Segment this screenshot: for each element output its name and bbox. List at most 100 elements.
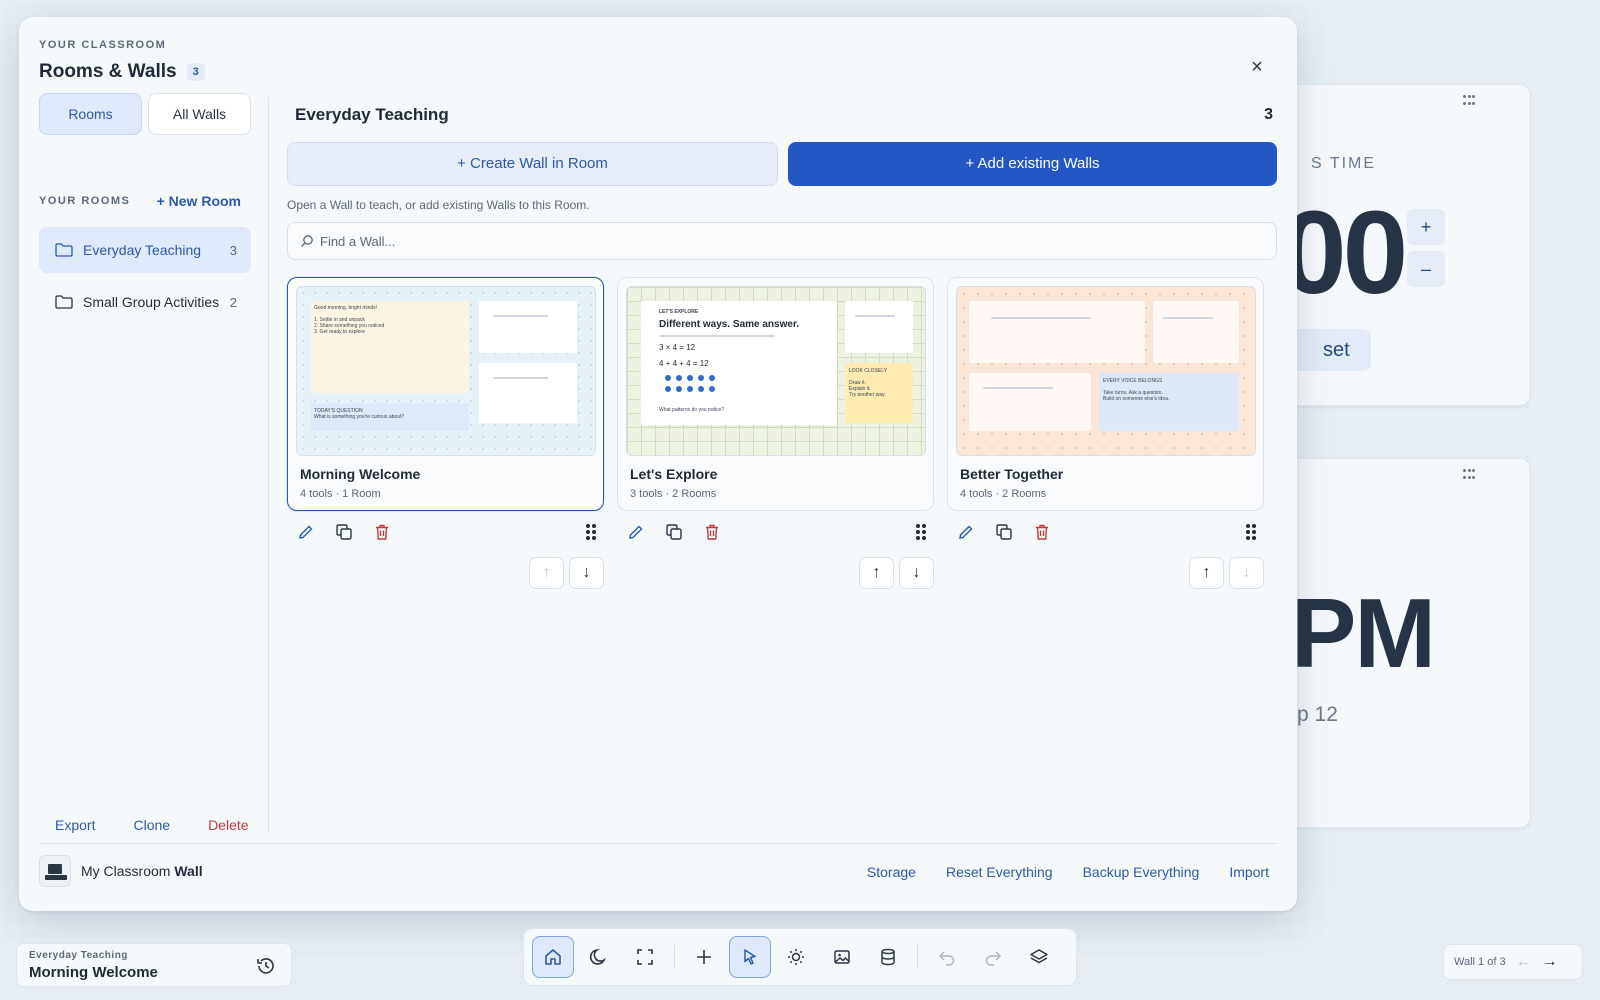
thumb-note xyxy=(1153,301,1239,363)
pager-label: Wall 1 of 3 xyxy=(1454,956,1506,968)
add-existing-walls-button[interactable]: + Add existing Walls xyxy=(788,142,1277,186)
room-wall-count: 3 xyxy=(1264,106,1273,123)
wall-meta: 4 tools · 2 Rooms xyxy=(960,488,1047,500)
wall-name: Better Together xyxy=(960,466,1064,482)
history-icon[interactable] xyxy=(255,955,277,977)
thumb-note xyxy=(969,301,1145,363)
create-wall-button[interactable]: + Create Wall in Room xyxy=(287,142,778,186)
move-down-button[interactable]: ↓ xyxy=(899,557,934,589)
move-up-button[interactable]: ↑ xyxy=(859,557,894,589)
rooms-sidebar: Rooms All Walls YOUR ROOMS + New Room Ev… xyxy=(39,93,251,833)
tab-all-walls[interactable]: All Walls xyxy=(148,93,251,135)
wall-card[interactable]: EVERY VOICE BELONGS Take turns. Ask a qu… xyxy=(947,277,1264,511)
wall-meta: 3 tools · 2 Rooms xyxy=(630,488,717,500)
background-image-button[interactable] xyxy=(821,936,863,978)
redo-button[interactable] xyxy=(972,936,1014,978)
room-item-label: Small Group Activities xyxy=(83,294,220,310)
drag-handle-icon[interactable] xyxy=(1240,521,1262,543)
thumb-text: Different ways. Same answer. xyxy=(659,319,800,330)
brightness-button[interactable] xyxy=(775,936,817,978)
bottom-toolbar xyxy=(523,928,1077,986)
move-down-button[interactable]: ↓ xyxy=(1229,557,1264,589)
duplicate-icon[interactable] xyxy=(333,521,355,543)
timer-minus-button[interactable]: – xyxy=(1407,251,1445,287)
redo-icon xyxy=(985,951,1002,966)
room-title: Everyday Teaching xyxy=(295,105,449,124)
wall-search xyxy=(287,222,1277,260)
folder-icon xyxy=(55,295,73,309)
brand-prefix: My Classroom xyxy=(81,863,171,879)
duplicate-icon[interactable] xyxy=(663,521,685,543)
thumb-dot-array xyxy=(665,375,715,392)
reorder-controls: ↑ ↓ xyxy=(859,557,934,589)
thumb-text: What patterns do you notice? xyxy=(659,407,725,413)
trash-icon[interactable] xyxy=(701,521,723,543)
move-down-button[interactable]: ↓ xyxy=(569,557,604,589)
backup-everything-link[interactable]: Backup Everything xyxy=(1083,864,1200,880)
brand: My Classroom Wall xyxy=(39,855,203,887)
clone-room-button[interactable]: Clone xyxy=(133,817,170,833)
database-icon xyxy=(881,948,895,966)
storage-button[interactable] xyxy=(867,936,909,978)
trash-icon[interactable] xyxy=(1031,521,1053,543)
footer-links: Storage Reset Everything Backup Everythi… xyxy=(867,864,1269,880)
select-tool-button[interactable] xyxy=(729,936,771,978)
export-room-button[interactable]: Export xyxy=(55,817,95,833)
reset-everything-link[interactable]: Reset Everything xyxy=(946,864,1053,880)
wall-card[interactable]: LET'S EXPLORE Different ways. Same answe… xyxy=(617,277,934,511)
edit-icon[interactable] xyxy=(955,521,977,543)
drag-handle-icon[interactable] xyxy=(1463,95,1475,107)
new-room-button[interactable]: + New Room xyxy=(157,193,251,209)
dialog-count-badge: 3 xyxy=(186,63,205,81)
wall-meta: 4 tools · 1 Room xyxy=(300,488,381,500)
room-item-everyday-teaching[interactable]: Everyday Teaching 3 xyxy=(39,227,251,273)
fullscreen-icon xyxy=(637,949,653,965)
wall-card-list: Good morning, bright minds! 1. Settle in… xyxy=(287,277,1264,589)
home-button[interactable] xyxy=(532,936,574,978)
footer-divider xyxy=(39,843,1277,844)
view-toggle: Rooms All Walls xyxy=(39,93,251,135)
undo-button[interactable] xyxy=(926,936,968,978)
thumb-text: Good morning, bright minds! xyxy=(314,305,378,311)
rooms-section-label: YOUR ROOMS xyxy=(39,195,131,207)
brand-name: My Classroom Wall xyxy=(81,863,203,879)
thumb-text: 3 × 4 = 12 xyxy=(659,343,696,352)
timer-plus-button[interactable]: + xyxy=(1407,209,1445,245)
storage-link[interactable]: Storage xyxy=(867,864,916,880)
delete-room-button[interactable]: Delete xyxy=(208,817,248,833)
import-link[interactable]: Import xyxy=(1229,864,1269,880)
thumb-text: LOOK CLOSELY xyxy=(849,368,887,374)
brand-bold: Wall xyxy=(174,863,203,879)
drag-handle-icon[interactable] xyxy=(910,521,932,543)
move-up-button[interactable]: ↑ xyxy=(529,557,564,589)
room-item-small-group-activities[interactable]: Small Group Activities 2 xyxy=(39,279,251,325)
dialog-title: Rooms & Walls 3 xyxy=(39,61,205,83)
move-up-button[interactable]: ↑ xyxy=(1189,557,1224,589)
room-actions: Export Clone Delete xyxy=(55,817,249,833)
fullscreen-button[interactable] xyxy=(624,936,666,978)
search-input[interactable] xyxy=(320,233,1220,249)
edit-icon[interactable] xyxy=(295,521,317,543)
trash-icon[interactable] xyxy=(371,521,393,543)
room-header: Everyday Teaching 3 xyxy=(287,97,1277,133)
duplicate-icon[interactable] xyxy=(993,521,1015,543)
wall-card[interactable]: Good morning, bright minds! 1. Settle in… xyxy=(287,277,604,511)
layers-icon xyxy=(1030,949,1048,964)
thumb-text: LET'S EXPLORE xyxy=(659,309,699,315)
drag-handle-icon[interactable] xyxy=(580,521,602,543)
wall-card-lets-explore: LET'S EXPLORE Different ways. Same answe… xyxy=(617,277,934,589)
thumb-note: LOOK CLOSELY Draw it. Explain it. Try an… xyxy=(845,363,913,423)
timer-value: 00 xyxy=(1281,187,1408,319)
thumb-note xyxy=(479,301,577,353)
drag-handle-icon[interactable] xyxy=(1463,469,1475,481)
edit-icon[interactable] xyxy=(625,521,647,543)
dark-mode-button[interactable] xyxy=(578,936,620,978)
wall-card-tools xyxy=(955,521,1262,543)
close-button[interactable]: × xyxy=(1245,55,1269,79)
add-tool-button[interactable] xyxy=(683,936,725,978)
tab-rooms[interactable]: Rooms xyxy=(39,93,142,135)
clock-value: PM xyxy=(1291,578,1436,688)
next-wall-button[interactable]: → xyxy=(1542,953,1558,971)
layers-button[interactable] xyxy=(1018,936,1060,978)
prev-wall-button[interactable]: ← xyxy=(1516,953,1532,971)
